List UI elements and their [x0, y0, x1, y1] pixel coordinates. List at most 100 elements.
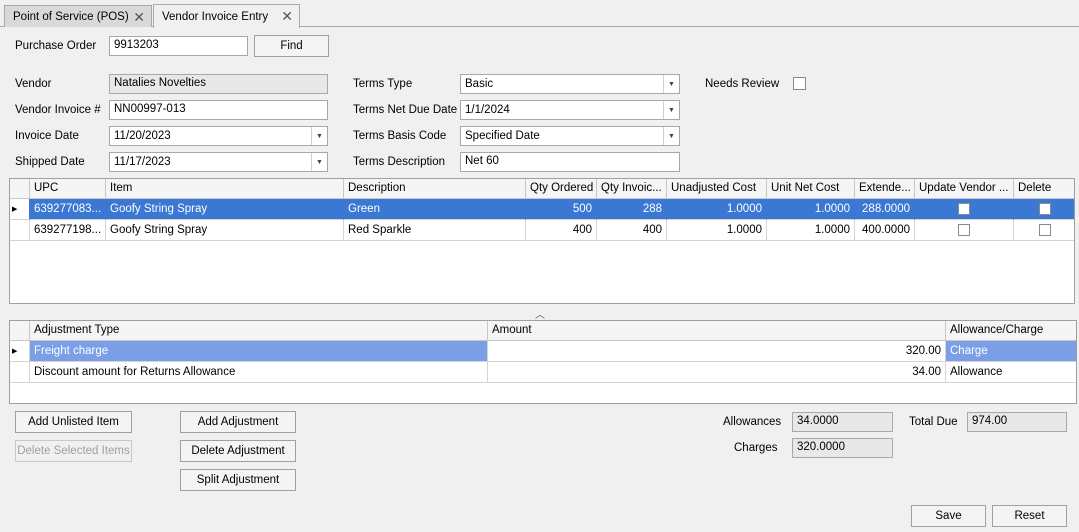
header-adjustment-type[interactable]: Adjustment Type	[30, 321, 488, 341]
chevron-down-icon[interactable]: ▼	[311, 127, 327, 145]
header-upc[interactable]: UPC	[30, 179, 106, 199]
charges-label: Charges	[734, 442, 778, 454]
header-indicator	[10, 321, 30, 341]
reset-button[interactable]: Reset	[992, 505, 1067, 527]
header-allowance-charge[interactable]: Allowance/Charge	[946, 321, 1076, 341]
cell-description[interactable]: Red Sparkle	[344, 220, 526, 241]
terms-description-input[interactable]: Net 60	[460, 152, 680, 172]
vendor-label: Vendor	[15, 78, 52, 90]
close-icon[interactable]: ✕	[133, 9, 145, 26]
cell-upc[interactable]: 639277083...	[30, 199, 106, 220]
chevron-down-icon[interactable]: ▼	[663, 101, 679, 119]
save-button[interactable]: Save	[911, 505, 986, 527]
row-indicator	[10, 362, 30, 383]
header-description[interactable]: Description	[344, 179, 526, 199]
table-row[interactable]: ▶ 639277083... Goofy String Spray Green …	[10, 199, 1074, 220]
cell-qty-ordered[interactable]: 500	[526, 199, 597, 220]
terms-type-value: Basic	[465, 78, 494, 90]
cell-item[interactable]: Goofy String Spray	[106, 199, 344, 220]
charges-field: 320.0000	[792, 438, 893, 458]
chevron-down-icon[interactable]: ▼	[663, 127, 679, 145]
header-update-vendor[interactable]: Update Vendor ...	[915, 179, 1014, 199]
chevron-down-icon[interactable]: ▼	[663, 75, 679, 93]
cell-upc[interactable]: 639277198...	[30, 220, 106, 241]
terms-net-due-label: Terms Net Due Date	[353, 104, 458, 116]
cell-description[interactable]: Green	[344, 199, 526, 220]
total-due-label: Total Due	[909, 416, 958, 428]
chevron-down-icon[interactable]: ▼	[311, 153, 327, 171]
cell-amount[interactable]: 320.00	[488, 341, 946, 362]
terms-net-due-value: 1/1/2024	[465, 104, 510, 116]
find-button[interactable]: Find	[254, 35, 329, 57]
cell-qty-invoiced[interactable]: 288	[597, 199, 667, 220]
cell-delete[interactable]	[1014, 220, 1074, 241]
shipped-date-picker[interactable]: 11/17/2023 ▼	[109, 152, 328, 172]
terms-type-label: Terms Type	[353, 78, 413, 90]
allowances-field: 34.0000	[792, 412, 893, 432]
vendor-invoice-label: Vendor Invoice #	[15, 104, 101, 116]
delete-checkbox[interactable]	[1038, 224, 1051, 236]
adjustments-grid: Adjustment Type Amount Allowance/Charge …	[9, 320, 1077, 404]
row-indicator	[10, 220, 30, 241]
invoice-date-value: 11/20/2023	[114, 130, 171, 142]
cell-adjustment-type[interactable]: Discount amount for Returns Allowance	[30, 362, 488, 383]
cell-allowance-charge[interactable]: Allowance	[946, 362, 1076, 383]
cell-unadjusted-cost[interactable]: 1.0000	[667, 199, 767, 220]
items-grid: UPC Item Description Qty Ordered Qty Inv…	[9, 178, 1075, 304]
cell-qty-ordered[interactable]: 400	[526, 220, 597, 241]
add-unlisted-item-button[interactable]: Add Unlisted Item	[15, 411, 132, 433]
header-amount[interactable]: Amount	[488, 321, 946, 341]
cell-update-vendor[interactable]	[915, 199, 1014, 220]
cell-extended: 400.0000	[855, 220, 915, 241]
shipped-date-value: 11/17/2023	[114, 156, 171, 168]
invoice-date-label: Invoice Date	[15, 130, 79, 142]
cell-update-vendor[interactable]	[915, 220, 1014, 241]
vendor-invoice-input[interactable]: NN00997-013	[109, 100, 328, 120]
cell-amount[interactable]: 34.00	[488, 362, 946, 383]
cell-qty-invoiced[interactable]: 400	[597, 220, 667, 241]
close-icon[interactable]: ✕	[281, 8, 293, 25]
delete-checkbox[interactable]	[1038, 203, 1051, 215]
terms-basis-select[interactable]: Specified Date ▼	[460, 126, 680, 146]
tab-vendor-invoice-entry[interactable]: Vendor Invoice Entry ✕	[153, 4, 300, 28]
cell-unit-net-cost[interactable]: 1.0000	[767, 199, 855, 220]
terms-description-label: Terms Description	[353, 156, 446, 168]
needs-review-checkbox[interactable]	[793, 77, 806, 90]
split-adjustment-button[interactable]: Split Adjustment	[180, 469, 296, 491]
terms-type-select[interactable]: Basic ▼	[460, 74, 680, 94]
chevron-up-icon[interactable]: ︿	[535, 306, 545, 321]
header-unadjusted-cost[interactable]: Unadjusted Cost	[667, 179, 767, 199]
shipped-date-label: Shipped Date	[15, 156, 85, 168]
cell-delete[interactable]	[1014, 199, 1074, 220]
allowances-label: Allowances	[723, 416, 782, 428]
header-qty-invoiced[interactable]: Qty Invoic...	[597, 179, 667, 199]
purchase-order-label: Purchase Order	[15, 40, 97, 52]
table-row[interactable]: ▶ Freight charge 320.00 Charge	[10, 341, 1076, 362]
table-row[interactable]: Discount amount for Returns Allowance 34…	[10, 362, 1076, 383]
cell-unit-net-cost[interactable]: 1.0000	[767, 220, 855, 241]
header-extended[interactable]: Extende...	[855, 179, 915, 199]
tab-bar: Point of Service (POS) ✕ Vendor Invoice …	[0, 0, 1079, 28]
terms-net-due-picker[interactable]: 1/1/2024 ▼	[460, 100, 680, 120]
tab-point-of-service[interactable]: Point of Service (POS) ✕	[4, 5, 152, 27]
total-due-field: 974.00	[967, 412, 1067, 432]
update-vendor-checkbox[interactable]	[958, 224, 970, 236]
tab-label: Point of Service (POS)	[13, 10, 129, 23]
terms-basis-value: Specified Date	[465, 130, 540, 142]
header-item[interactable]: Item	[106, 179, 344, 199]
invoice-date-picker[interactable]: 11/20/2023 ▼	[109, 126, 328, 146]
delete-adjustment-button[interactable]: Delete Adjustment	[180, 440, 296, 462]
table-row[interactable]: 639277198... Goofy String Spray Red Spar…	[10, 220, 1074, 241]
vendor-field: Natalies Novelties	[109, 74, 328, 94]
header-qty-ordered[interactable]: Qty Ordered	[526, 179, 597, 199]
add-adjustment-button[interactable]: Add Adjustment	[180, 411, 296, 433]
cell-unadjusted-cost[interactable]: 1.0000	[667, 220, 767, 241]
purchase-order-input[interactable]: 9913203	[109, 36, 248, 56]
header-unit-net-cost[interactable]: Unit Net Cost	[767, 179, 855, 199]
delete-selected-items-button[interactable]: Delete Selected Items	[15, 440, 132, 462]
cell-allowance-charge[interactable]: Charge	[946, 341, 1076, 362]
cell-item[interactable]: Goofy String Spray	[106, 220, 344, 241]
header-delete[interactable]: Delete	[1014, 179, 1074, 199]
update-vendor-checkbox[interactable]	[958, 203, 970, 215]
cell-adjustment-type[interactable]: Freight charge	[30, 341, 488, 362]
